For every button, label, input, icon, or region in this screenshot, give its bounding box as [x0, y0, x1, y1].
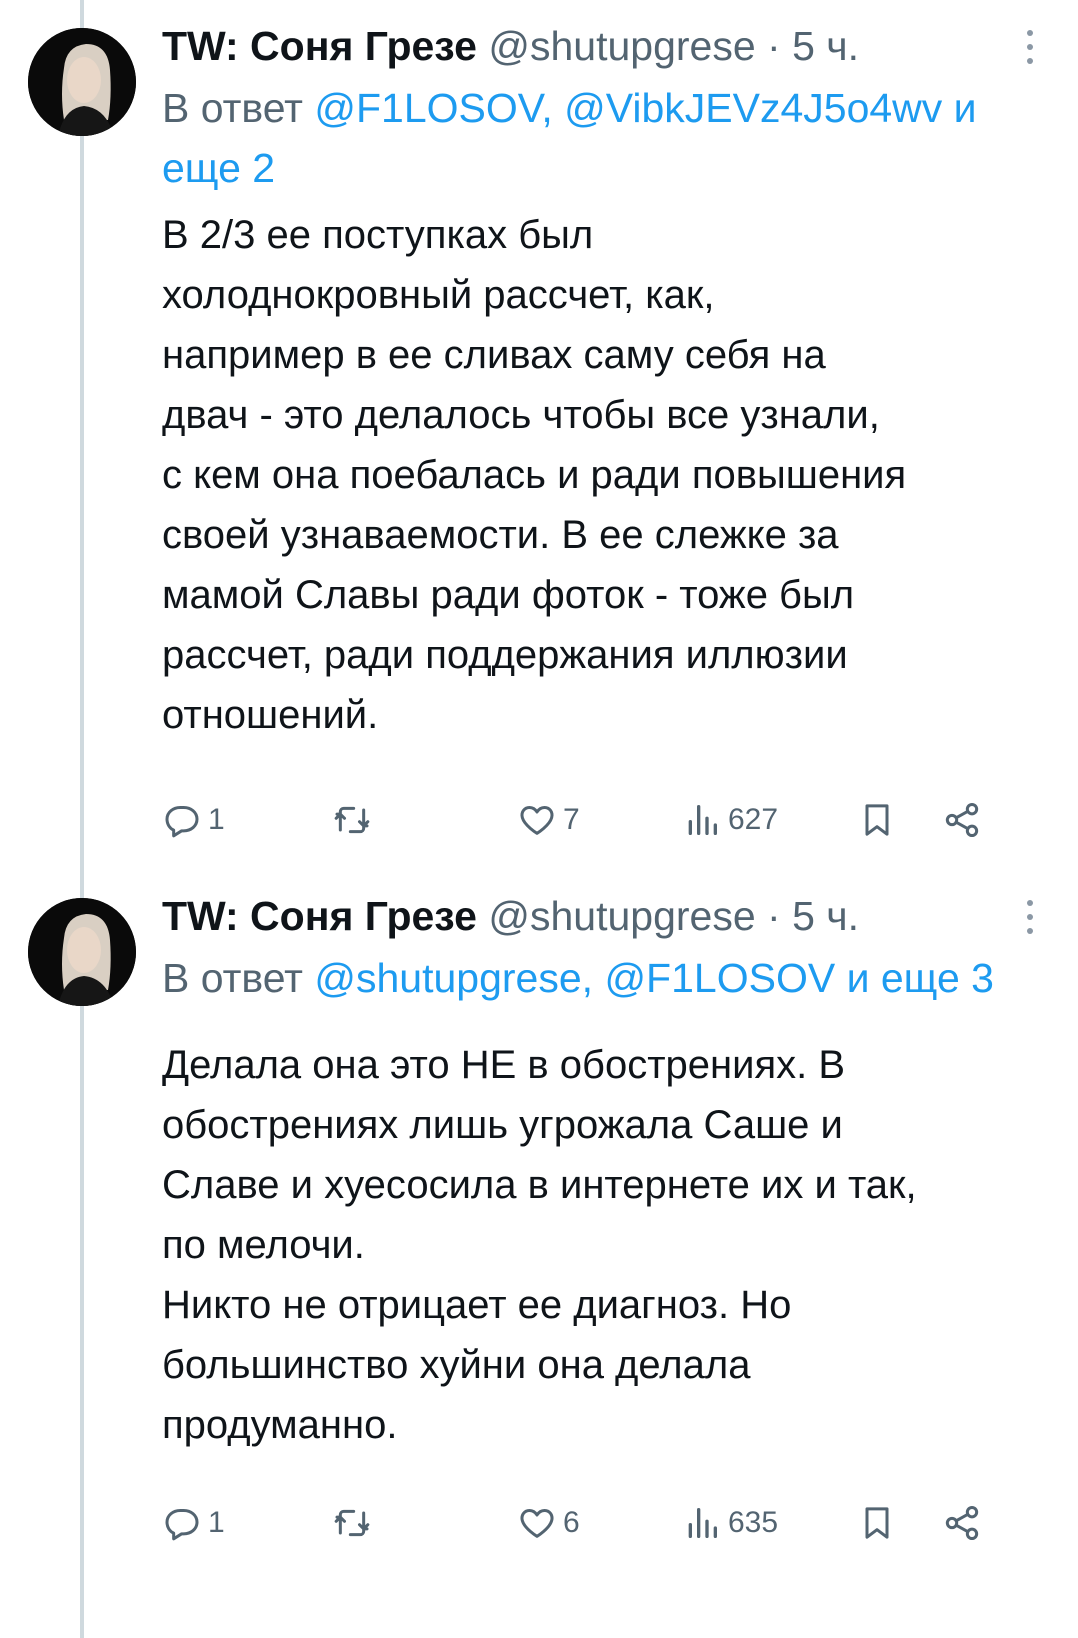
- retweet-icon: [334, 1509, 370, 1537]
- views-button[interactable]: 627: [682, 795, 778, 845]
- reply-count: 1: [208, 1506, 225, 1539]
- more-icon[interactable]: [1024, 900, 1036, 940]
- views-icon: [688, 1508, 717, 1538]
- separator: ·: [767, 23, 781, 69]
- display-name[interactable]: TW: Соня Грезе: [162, 23, 477, 69]
- share-icon: [945, 1506, 979, 1540]
- reply-context: В ответ @shutupgrese, @F1LOSOV и еще 3: [162, 948, 1042, 1008]
- like-count: 6: [563, 1506, 580, 1539]
- handle[interactable]: @shutupgrese: [488, 23, 755, 69]
- heart-icon: [520, 1509, 554, 1538]
- avatar[interactable]: [28, 28, 136, 136]
- like-button[interactable]: 7: [517, 795, 580, 845]
- display-name[interactable]: TW: Соня Грезе: [162, 893, 477, 939]
- views-icon: [688, 805, 717, 835]
- like-count: 7: [563, 803, 580, 836]
- separator: ·: [767, 893, 781, 939]
- tweet[interactable]: TW: Соня Грезе @shutupgrese · 5 ч. В отв…: [0, 0, 1078, 870]
- reply-button[interactable]: 1: [162, 795, 225, 845]
- tweet-header: TW: Соня Грезе @shutupgrese · 5 ч.: [162, 18, 998, 74]
- retweet-button[interactable]: [332, 1498, 378, 1548]
- heart-icon: [520, 806, 554, 835]
- share-button[interactable]: [942, 795, 982, 845]
- action-bar: 1 7 627: [162, 795, 1018, 845]
- reply-context: В ответ @F1LOSOV, @VibkJEVz4J5o4wv и еще…: [162, 78, 1042, 198]
- reply-prefix: В ответ: [162, 85, 303, 131]
- bookmark-button[interactable]: [857, 795, 897, 845]
- reply-icon: [165, 1509, 199, 1541]
- timestamp[interactable]: 5 ч.: [792, 23, 859, 69]
- reply-mentions[interactable]: @shutupgrese, @F1LOSOV и еще 3: [314, 955, 994, 1001]
- tweet-text: В 2/3 ее поступках был холоднокровный ра…: [162, 213, 907, 737]
- handle[interactable]: @shutupgrese: [488, 893, 755, 939]
- retweet-button[interactable]: [332, 795, 378, 845]
- bookmark-icon: [865, 1507, 889, 1539]
- retweet-icon: [334, 806, 370, 834]
- tweet-header: TW: Соня Грезе @shutupgrese · 5 ч.: [162, 888, 998, 944]
- tweet-text: Делала она это НЕ в обострениях. В обост…: [162, 1043, 917, 1447]
- share-icon: [945, 803, 979, 837]
- views-count: 635: [728, 1506, 779, 1539]
- share-button[interactable]: [942, 1498, 982, 1548]
- like-button[interactable]: 6: [517, 1498, 580, 1548]
- more-icon[interactable]: [1024, 30, 1036, 70]
- views-button[interactable]: 635: [682, 1498, 778, 1548]
- reply-icon: [165, 806, 199, 838]
- bookmark-button[interactable]: [857, 1498, 897, 1548]
- action-bar: 1 6 635: [162, 1498, 1018, 1548]
- timestamp[interactable]: 5 ч.: [792, 893, 859, 939]
- views-count: 627: [728, 803, 779, 836]
- reply-button[interactable]: 1: [162, 1498, 225, 1548]
- bookmark-icon: [865, 804, 889, 836]
- tweet[interactable]: TW: Соня Грезе @shutupgrese · 5 ч. В отв…: [0, 870, 1078, 1638]
- reply-prefix: В ответ: [162, 955, 303, 1001]
- reply-count: 1: [208, 803, 225, 836]
- avatar[interactable]: [28, 898, 136, 1006]
